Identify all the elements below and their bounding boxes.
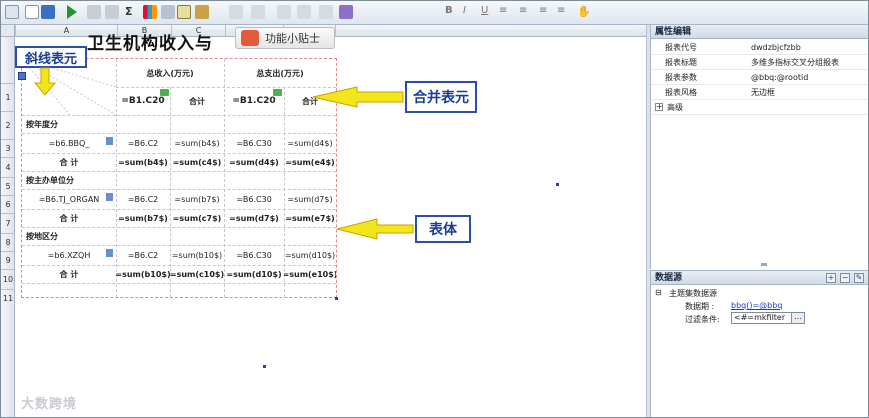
add-icon[interactable]: + <box>826 273 836 283</box>
period-value-link[interactable]: bbq()=@bbq <box>731 301 782 310</box>
watermark: 大数跨境 <box>21 397 78 412</box>
tree-collapse-icon[interactable]: ⊟ <box>655 288 662 297</box>
property-key: 报表代号 <box>665 43 697 52</box>
remove-icon[interactable]: − <box>840 273 850 283</box>
splitter-grip[interactable] <box>761 263 767 266</box>
filter-more-button[interactable]: … <box>791 312 805 324</box>
edit-icon[interactable]: ✎ <box>854 273 864 283</box>
property-value[interactable]: @bbq:@rootid <box>751 70 808 85</box>
tips-icon <box>241 30 259 46</box>
property-group-advanced[interactable]: + 高级 <box>651 100 868 115</box>
datasource-panel: 数据源 + − ✎ ⊟ 主题集数据源 数据期 : bbq()=@bbq 过滤条件… <box>650 270 868 417</box>
property-key: 报表标题 <box>665 58 697 67</box>
property-row[interactable]: 报表参数 @bbq:@rootid <box>651 70 868 85</box>
property-value[interactable]: 多维多指标交叉分组报表 <box>751 55 839 70</box>
property-row[interactable]: 报表风格 无边框 <box>651 85 868 100</box>
expand-plus-icon[interactable]: + <box>655 103 663 111</box>
property-value[interactable]: dwdzbjcfzbb <box>751 40 801 55</box>
property-row[interactable]: 报表代号 dwdzbjcfzbb <box>651 40 868 55</box>
properties-panel: 属性编辑 报表代号 dwdzbjcfzbb 报表标题 多维多指标交叉分组报表 报… <box>650 25 868 269</box>
tree-node-root[interactable]: 主题集数据源 <box>669 288 717 299</box>
property-key: 报表参数 <box>665 73 697 82</box>
properties-panel-title: 属性编辑 <box>651 25 868 39</box>
app-window: Σ B I U ≡ ≡ ≡ ≡ ✋ A B C D E 1 2 3 4 5 6 … <box>0 0 869 418</box>
property-row[interactable]: 报表标题 多维多指标交叉分组报表 <box>651 55 868 70</box>
period-label: 数据期 : <box>685 302 715 311</box>
property-group-label: 高级 <box>667 103 683 112</box>
filter-label: 过滤条件: <box>685 315 720 324</box>
tips-button-label: 功能小贴士 <box>265 32 320 45</box>
property-value[interactable]: 无边框 <box>751 85 775 100</box>
tips-button[interactable]: 功能小贴士 <box>235 27 335 49</box>
datasource-panel-title: 数据源 <box>651 271 868 285</box>
property-key: 报表风格 <box>665 88 697 97</box>
